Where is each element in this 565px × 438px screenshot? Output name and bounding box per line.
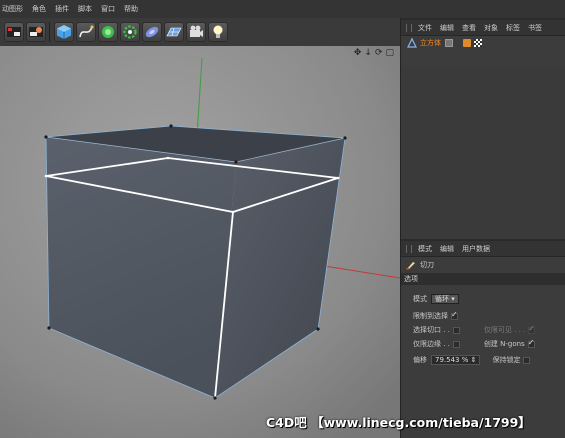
restrict-row: 限制到选择	[401, 309, 458, 323]
offset-field[interactable]: 79.543 % ⇕	[431, 355, 481, 365]
om-menu-object[interactable]: 对象	[484, 23, 498, 33]
mode-dropdown[interactable]: 循环 ▾	[431, 294, 459, 304]
om-menu-file[interactable]: 文件	[418, 23, 432, 33]
array-icon[interactable]	[120, 22, 140, 42]
plane-grid-icon[interactable]	[164, 22, 184, 42]
tag-icon[interactable]	[463, 39, 471, 47]
om-menu-tags[interactable]: 标签	[506, 23, 520, 33]
border-only-row: 仅限边缘 . . 创建 N-gons	[401, 337, 535, 351]
offset-label: 偏移	[413, 356, 427, 364]
menu-item-mograph[interactable]: 动图形	[2, 4, 23, 14]
am-menu-userdata[interactable]: 用户数据	[462, 244, 490, 254]
object-list-area[interactable]	[401, 67, 565, 239]
spline-pen-icon[interactable]	[76, 22, 96, 42]
keep-locked-checkbox[interactable]	[523, 356, 531, 364]
border-only-label: 仅限边缘 . .	[413, 340, 450, 348]
attribute-manager: 模式 编辑 用户数据 切刀 选项 模式 循环 ▾ 限制到选择 选择切口 . . …	[401, 239, 565, 438]
polygon-object-icon	[407, 38, 417, 48]
om-menu-view[interactable]: 查看	[462, 23, 476, 33]
nurbs-icon[interactable]	[98, 22, 118, 42]
tool-name: 切刀	[420, 261, 434, 269]
select-loop-row: 选择切口 . . 仅限可见 . . .	[401, 323, 536, 337]
am-menu-mode[interactable]: 模式	[418, 244, 432, 254]
select-loop-label: 选择切口 . .	[413, 326, 450, 334]
watermark-text: C4D吧 【www.linecg.com/tieba/1799】	[266, 415, 531, 430]
mode-row: 模式 循环 ▾	[401, 292, 459, 306]
layer-icon[interactable]	[445, 39, 453, 47]
create-ngons-label: 创建 N-gons	[483, 340, 525, 348]
visible-only-label: 仅限可见 . . .	[483, 326, 526, 334]
om-menu-edit[interactable]: 编辑	[440, 23, 454, 33]
restrict-label: 限制到选择	[413, 312, 448, 320]
attribute-manager-menu: 模式 编辑 用户数据	[401, 241, 565, 257]
viewport[interactable]: ✥ ↓ ⟳ ▢	[0, 46, 400, 438]
object-name[interactable]: 立方体	[420, 38, 441, 48]
offset-row: 偏移 79.543 % ⇕ 保持锁定	[401, 353, 531, 367]
menu-item-window[interactable]: 窗口	[101, 4, 115, 14]
knife-icon	[406, 262, 415, 270]
viewport-scene	[0, 46, 400, 438]
toolbar	[0, 18, 400, 46]
menu-item-character[interactable]: 角色	[32, 4, 46, 14]
maximize-view-icon[interactable]: ▢	[385, 48, 394, 58]
cube-icon[interactable]	[54, 22, 74, 42]
options-section-header[interactable]: 选项	[401, 273, 565, 285]
menu-item-help[interactable]: 帮助	[124, 4, 138, 14]
panel-grip-icon[interactable]	[406, 244, 412, 253]
zoom-view-icon[interactable]: ↓	[364, 48, 372, 58]
menu-item-plugins[interactable]: 插件	[55, 4, 69, 14]
deformer-icon[interactable]	[142, 22, 162, 42]
create-ngons-checkbox[interactable]	[527, 338, 535, 348]
camera-icon[interactable]	[186, 22, 206, 42]
om-menu-bookmarks[interactable]: 书签	[528, 23, 542, 33]
border-only-checkbox[interactable]	[452, 340, 460, 348]
light-icon[interactable]	[208, 22, 228, 42]
menu-item-script[interactable]: 脚本	[78, 4, 92, 14]
render-settings-icon[interactable]	[26, 22, 46, 42]
material-tag-icon[interactable]	[474, 39, 482, 47]
menu-bar: 动图形 角色 插件 脚本 窗口 帮助	[0, 0, 565, 18]
render-view-icon[interactable]	[4, 22, 24, 42]
tool-header: 切刀	[401, 257, 565, 273]
right-panel: 文件 编辑 查看 对象 标签 书签 立方体 模式 编辑 用户数据 切刀 选项 模…	[400, 18, 565, 438]
rotate-view-icon[interactable]: ⟳	[375, 48, 383, 58]
viewport-nav-icons: ✥ ↓ ⟳ ▢	[354, 48, 394, 58]
keep-locked-label: 保持锁定	[492, 356, 521, 364]
visible-only-checkbox[interactable]	[528, 324, 536, 334]
mode-label: 模式	[413, 295, 427, 303]
object-row[interactable]: 立方体	[401, 36, 565, 50]
panel-grip-icon[interactable]	[406, 23, 412, 32]
object-manager-menu: 文件 编辑 查看 对象 标签 书签	[401, 20, 565, 36]
select-loop-checkbox[interactable]	[452, 326, 460, 334]
move-view-icon[interactable]: ✥	[354, 48, 362, 58]
am-menu-edit[interactable]: 编辑	[440, 244, 454, 254]
restrict-checkbox[interactable]	[451, 310, 458, 320]
